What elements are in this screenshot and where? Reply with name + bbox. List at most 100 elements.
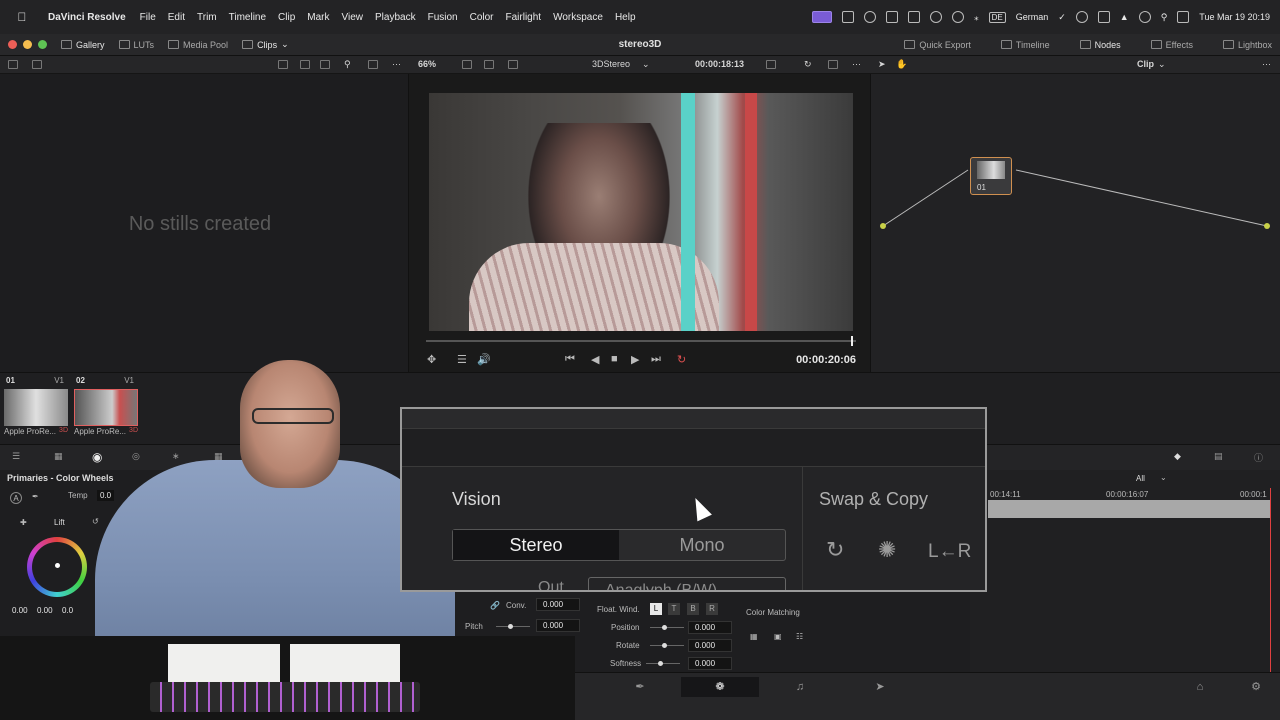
bypass-icon[interactable]: ☰ <box>457 353 467 366</box>
clip-thumbnail[interactable]: 01 V1 Apple ProRe... 3D <box>0 376 70 440</box>
panel-toggle-icon[interactable] <box>8 60 18 69</box>
app-menu[interactable]: DaVinci Resolve <box>48 12 126 23</box>
timeline-playhead[interactable] <box>1270 488 1271 672</box>
lift-value-g[interactable]: 0.0 <box>62 606 73 615</box>
viewer-frame-image[interactable] <box>429 93 853 331</box>
menu-fusion[interactable]: Fusion <box>428 12 458 23</box>
viewer-layout-icon[interactable] <box>462 60 472 69</box>
tint-value[interactable]: 0.00 <box>168 490 190 501</box>
reverse-play-icon[interactable]: ◀ <box>591 353 599 366</box>
color-page-icon[interactable]: ❁ <box>681 677 759 697</box>
app-status-icon[interactable] <box>886 11 899 23</box>
position-field[interactable]: 0.000 <box>688 621 732 634</box>
fairlight-page-icon[interactable]: ♫ <box>761 677 839 697</box>
clock-icon[interactable] <box>952 11 965 23</box>
cross-icon[interactable]: ✚ <box>20 518 27 527</box>
display-icon[interactable] <box>908 11 921 23</box>
lift-wheel-puck[interactable] <box>55 563 60 568</box>
wifi-icon[interactable]: ▲ <box>1120 12 1129 22</box>
screen-record-icon[interactable] <box>812 11 833 23</box>
pointer-tool-icon[interactable]: ➤ <box>878 59 886 70</box>
bluetooth-icon[interactable]: ⁎ <box>974 12 979 23</box>
menu-workspace[interactable]: Workspace <box>553 12 603 23</box>
corrector-node-01[interactable]: 01 <box>970 157 1012 195</box>
position-slider[interactable] <box>650 625 684 630</box>
media-pool-button[interactable]: Media Pool <box>168 40 228 50</box>
float-window-bottom-toggle[interactable]: B <box>687 603 699 615</box>
split-view-icon[interactable] <box>484 60 494 69</box>
conv-field[interactable]: 0.000 <box>536 598 580 611</box>
menu-bar-clock[interactable]: Tue Mar 19 20:19 <box>1199 12 1270 22</box>
pen-icon[interactable]: ✓ <box>1058 12 1066 23</box>
input-source-badge[interactable]: DE <box>988 11 1006 23</box>
fullscreen-icon[interactable] <box>828 60 838 69</box>
reset-lift-icon[interactable]: ↺ <box>92 517 99 526</box>
lift-value-r[interactable]: 0.00 <box>37 606 53 615</box>
picker-icon[interactable]: ✒ <box>32 492 39 501</box>
match-left-icon[interactable]: ▦ <box>750 632 758 641</box>
go-to-start-icon[interactable]: ⏮ <box>565 353 575 366</box>
timeline-toggle-button[interactable]: Timeline <box>1000 40 1050 50</box>
quick-export-button[interactable]: Quick Export <box>904 40 971 50</box>
hand-tool-icon[interactable]: ✋ <box>896 59 907 70</box>
color-match-icon[interactable]: ▦ <box>54 451 63 462</box>
settings-gear-icon[interactable]: ⚙ <box>1241 677 1271 697</box>
viewer-options-icon[interactable]: ··· <box>852 59 861 69</box>
menu-fairlight[interactable]: Fairlight <box>506 12 542 23</box>
list-view-icon[interactable] <box>320 60 330 69</box>
luts-button[interactable]: LUTs <box>118 40 154 50</box>
rotate-field[interactable]: 0.000 <box>688 639 732 652</box>
battery-icon[interactable] <box>1097 11 1110 23</box>
effects-toggle-button[interactable]: Effects <box>1150 40 1193 50</box>
camera-raw-icon[interactable]: ☰ <box>12 451 20 462</box>
viewer-mode-select[interactable]: 3DStereo <box>592 59 630 69</box>
temp-value[interactable]: 0.0 <box>97 490 115 501</box>
timeline-filter-select[interactable]: All <box>1136 474 1145 483</box>
go-to-end-icon[interactable]: ⏭ <box>651 353 661 366</box>
current-timecode[interactable]: 00:00:20:06 <box>796 354 856 366</box>
import-still-icon[interactable] <box>32 60 42 69</box>
menu-playback[interactable]: Playback <box>375 12 416 23</box>
pitch-slider[interactable] <box>496 624 530 629</box>
node-editor-panel[interactable]: 01 <box>871 74 1280 372</box>
match-image-icon[interactable]: ▣ <box>774 632 782 641</box>
out-mode-select[interactable]: Anaglyph (B/W) <box>588 577 786 590</box>
clip-thumbnail[interactable]: 02 V1 Apple ProRe... 3D <box>70 376 140 440</box>
play-icon[interactable]: ▶ <box>631 353 639 366</box>
info-icon[interactable]: ⓘ <box>1254 451 1263 464</box>
source-timecode[interactable]: 00:00:18:13 <box>695 59 744 69</box>
audio-icon[interactable]: 🔊 <box>477 353 491 366</box>
softness-field[interactable]: 0.000 <box>688 657 732 670</box>
zoom-window-button[interactable] <box>38 40 47 49</box>
lift-value-y[interactable]: 0.00 <box>12 606 28 615</box>
menu-trim[interactable]: Trim <box>197 12 217 23</box>
time-machine-icon[interactable] <box>1138 11 1151 23</box>
link-icon[interactable]: 🔗 <box>490 601 500 610</box>
loop-icon[interactable]: ↻ <box>804 59 812 70</box>
rgb-mixer-icon[interactable]: ◎ <box>132 451 140 462</box>
viewer-zoom[interactable]: 66% <box>418 59 436 69</box>
spotlight-search-icon[interactable]: ⚲ <box>1161 12 1168 23</box>
stereo-mode-button[interactable]: Stereo <box>453 530 619 560</box>
viewer-scrub-bar[interactable] <box>426 340 856 342</box>
lightbox-toggle-button[interactable]: Lightbox <box>1222 40 1272 50</box>
clip-type-icon[interactable] <box>766 60 776 69</box>
rotate-slider[interactable] <box>650 643 684 648</box>
motion-effects-icon[interactable]: ∗ <box>172 451 180 462</box>
globe-icon[interactable] <box>864 11 877 23</box>
timeline-video-track[interactable] <box>988 500 1270 518</box>
color-wheels-icon[interactable]: ◉ <box>92 450 102 464</box>
gamma-value-y[interactable]: .00 <box>170 606 181 615</box>
gamma-value-r[interactable]: 0. <box>190 606 197 615</box>
menu-timeline[interactable]: Timeline <box>229 12 266 23</box>
float-window-top-toggle[interactable]: T <box>668 603 680 615</box>
info-icon[interactable] <box>930 11 943 23</box>
clips-button[interactable]: Clips ⌄ <box>242 39 289 50</box>
control-center-icon[interactable] <box>1177 11 1190 23</box>
close-window-button[interactable] <box>8 40 17 49</box>
float-window-left-toggle[interactable]: L <box>650 603 662 615</box>
node-options-icon[interactable]: ··· <box>1262 59 1271 69</box>
more-options-icon[interactable]: ··· <box>392 59 401 69</box>
menu-edit[interactable]: Edit <box>168 12 185 23</box>
apple-menu-icon[interactable]:  <box>12 10 32 24</box>
